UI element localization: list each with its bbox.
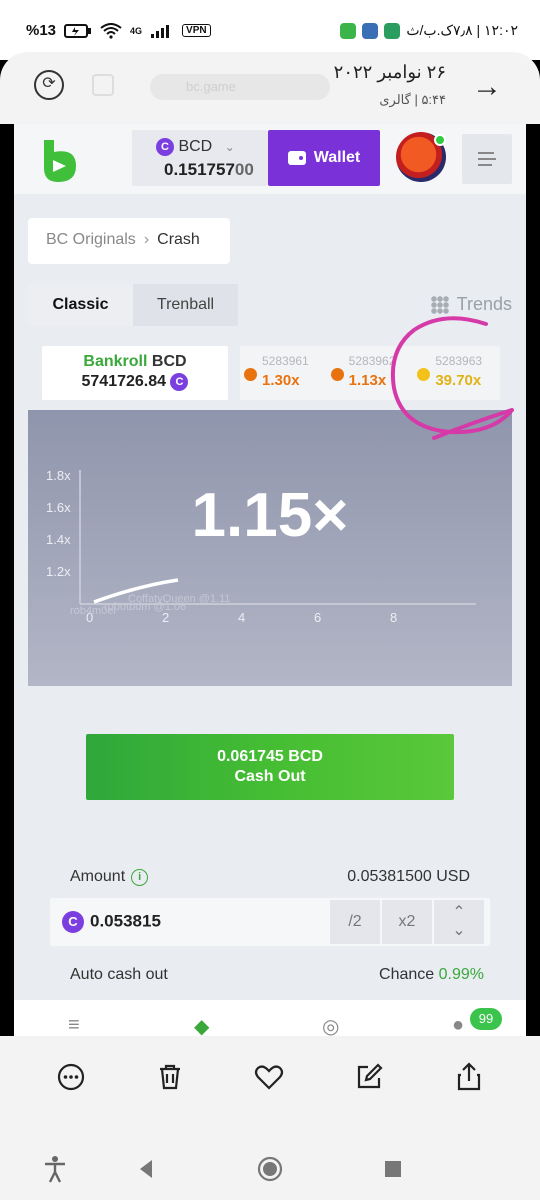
bankroll-value: 5741726.84	[81, 373, 167, 391]
more-options-icon[interactable]	[54, 1060, 88, 1094]
bcd-coin-icon: C	[156, 138, 174, 156]
menu-icon	[478, 152, 494, 154]
bankroll-currency: BCD	[151, 353, 187, 370]
online-status-dot	[434, 134, 446, 146]
recents-nav-icon[interactable]	[382, 1154, 404, 1184]
history-id: 5283961	[262, 354, 309, 368]
double-button[interactable]: x2	[382, 900, 432, 944]
balance-main: 0.151757	[164, 160, 235, 179]
network-type: 4G	[130, 25, 143, 36]
phone-screen: %13 4G VPN ۱۲:۰۲ | ۷٫۸ک.ب/ث ⟳ bc.game ۲۶…	[0, 0, 540, 1200]
home-nav-icon[interactable]	[256, 1154, 284, 1184]
bcd-coin-icon: C	[170, 373, 189, 391]
system-nav-bar	[0, 1140, 540, 1200]
menu-icon[interactable]: ≡	[68, 1014, 80, 1037]
edit-icon[interactable]	[352, 1060, 386, 1094]
photo-date: ۲۶ نوامبر ۲۰۲۲	[333, 62, 446, 82]
chance-display: Chance 0.99%	[379, 966, 484, 984]
auto-cash-out-label: Auto cash out	[70, 966, 168, 983]
player-ghost-label: robotbdm @1.06	[104, 601, 186, 613]
status-left: %13 4G VPN	[26, 22, 211, 39]
chance-value: 0.99%	[438, 966, 484, 983]
chance-label: Chance	[379, 966, 435, 983]
menu-button[interactable]	[462, 134, 512, 184]
gallery-header: ⟳ bc.game ۲۶ نوامبر ۲۰۲۲ ۵:۴۴ | گالری →	[0, 52, 540, 124]
settings-notification-icon	[362, 22, 379, 39]
status-time: ۱۲:۰۲ | ۷٫۸ک.ب/ث	[406, 22, 518, 38]
amount-usd: 0.05381500 USD	[347, 868, 470, 885]
wallet-label: Wallet	[313, 149, 361, 166]
x-tick: 6	[314, 610, 321, 625]
amount-value: 0.053815	[90, 911, 161, 931]
amount-input[interactable]: C 0.053815 /2 x2 ⌃ ⌄	[50, 898, 490, 946]
currency-label: BCD	[178, 138, 213, 156]
amount-label: Amount	[70, 868, 126, 885]
amount-stepper[interactable]: ⌃ ⌄	[434, 900, 484, 944]
y-tick: 1.2x	[46, 564, 71, 579]
tab-classic[interactable]: Classic	[28, 284, 133, 326]
battery-icon	[64, 23, 92, 38]
current-multiplier: 1.15×	[191, 481, 349, 550]
game-mode-tabs: Classic Trenball	[28, 284, 238, 326]
app-notification-icon	[340, 22, 357, 39]
breadcrumb-separator: ›	[143, 231, 150, 248]
status-right: ۱۲:۰۲ | ۷٫۸ک.ب/ث	[340, 22, 518, 39]
breadcrumb-current: Crash	[157, 231, 200, 248]
gallery-action-bar	[0, 1036, 540, 1140]
info-icon[interactable]: i	[131, 868, 149, 886]
favorite-heart-icon[interactable]	[252, 1060, 286, 1094]
chevron-down-icon[interactable]: ⌄	[434, 922, 484, 940]
cash-out-label: Cash Out	[234, 768, 306, 785]
history-dot	[244, 368, 257, 381]
signal-icon	[151, 24, 170, 38]
crash-game-page: C BCD ⌄ 0.15175700 Wallet BC Originals › C…	[14, 124, 526, 1035]
bankroll-label: Bankroll	[83, 353, 148, 370]
player-ghost-label: rob4m0el	[70, 605, 116, 617]
cash-out-amount: 0.061745 BCD	[217, 748, 323, 765]
annotation-circle	[390, 316, 514, 440]
bc-logo[interactable]	[40, 136, 80, 184]
x-tick: 8	[390, 610, 397, 625]
breadcrumb-parent[interactable]: BC Originals	[46, 231, 136, 248]
chevron-up-icon[interactable]: ⌃	[434, 904, 484, 922]
bankroll-panel: Bankroll BCD 5741726.84 C	[42, 346, 228, 400]
balance: 0.15175700	[164, 160, 254, 180]
currency-selector[interactable]: C BCD ⌄ 0.15175700	[132, 130, 268, 186]
rotate-icon[interactable]: ⟳	[34, 70, 64, 100]
half-button[interactable]: /2	[330, 900, 380, 944]
upload-notification-icon	[384, 22, 401, 39]
x-tick: 4	[238, 610, 245, 625]
url-bar-ghost: bc.game	[150, 74, 330, 100]
back-arrow-icon[interactable]: →	[472, 70, 502, 104]
site-topbar: C BCD ⌄ 0.15175700 Wallet	[14, 124, 526, 194]
history-multiplier: 1.30x	[262, 372, 300, 389]
history-dot	[330, 368, 344, 381]
chat-icon[interactable]: ●	[452, 1014, 464, 1037]
back-nav-icon[interactable]	[136, 1154, 156, 1184]
bcd-coin-icon: C	[62, 911, 84, 933]
delete-icon[interactable]	[153, 1060, 187, 1094]
tab-trenball[interactable]: Trenball	[133, 284, 238, 326]
history-item[interactable]: 5283961 1.30x	[240, 346, 327, 400]
wallet-button[interactable]: Wallet	[268, 130, 380, 186]
breadcrumb: BC Originals › Crash	[28, 218, 230, 264]
chevron-down-icon: ⌄	[224, 140, 235, 155]
photo-subtitle: ۵:۴۴ | گالری	[379, 92, 446, 107]
wifi-icon	[100, 22, 122, 39]
share-icon[interactable]	[452, 1060, 486, 1094]
site-bottom-nav: ≡ ◆ ◎ ● 99	[14, 1000, 526, 1038]
accessibility-icon[interactable]	[42, 1154, 68, 1184]
balance-fade: 00	[234, 160, 254, 179]
cash-out-button[interactable]: 0.061745 BCD Cash Out	[86, 734, 454, 800]
status-bar: %13 4G VPN ۱۲:۰۲ | ۷٫۸ک.ب/ث	[0, 0, 540, 60]
battery-text: %13	[26, 22, 57, 39]
wallet-icon	[287, 151, 306, 165]
chat-badge: 99	[470, 1008, 502, 1030]
tab-switcher-icon	[92, 74, 114, 96]
vpn-indicator: VPN	[182, 24, 211, 37]
